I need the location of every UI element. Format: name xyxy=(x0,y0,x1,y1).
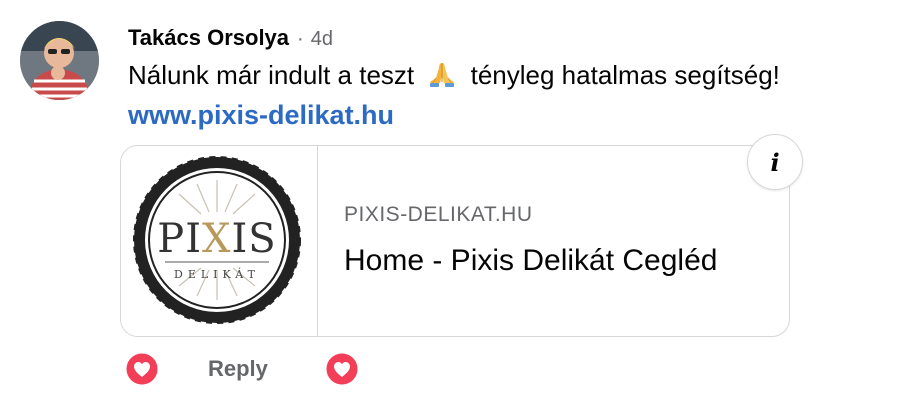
avatar-photo xyxy=(20,21,99,100)
comment-time[interactable]: 4d xyxy=(311,28,333,51)
avatar[interactable] xyxy=(20,21,99,100)
heart-react-icon[interactable] xyxy=(325,352,359,386)
author-name[interactable]: Takács Orsolya xyxy=(128,25,289,51)
link-preview-card[interactable]: PIXIS DELIKÁT PIXIS-DELIKAT.HU Home - Pi… xyxy=(120,145,790,337)
message-text-after: tényleg hatalmas segítség! xyxy=(470,60,780,90)
message-text-before: Nálunk már indult a teszt xyxy=(128,60,415,90)
website-link[interactable]: www.pixis-delikat.hu xyxy=(128,100,394,131)
link-title: Home - Pixis Delikát Cegléd xyxy=(344,244,718,277)
logo-word: PIXIS xyxy=(157,216,276,262)
folded-hands-emoji-icon xyxy=(430,63,455,87)
info-button[interactable]: i xyxy=(747,134,803,190)
comment-message: Nálunk már indult a teszt tényleg hatalm… xyxy=(128,60,780,91)
comment-header: Takács Orsolya · 4d xyxy=(128,25,333,55)
comment-actions: Reply xyxy=(125,350,385,390)
info-icon: i xyxy=(770,147,780,177)
pixis-logo: PIXIS DELIKÁT xyxy=(133,156,301,324)
reply-button[interactable]: Reply xyxy=(208,356,268,382)
link-domain: PIXIS-DELIKAT.HU xyxy=(344,203,533,226)
logo-subword: DELIKÁT xyxy=(174,267,260,281)
link-preview-thumbnail: PIXIS DELIKÁT xyxy=(121,146,318,336)
heart-react-icon[interactable] xyxy=(125,352,159,386)
separator-dot: · xyxy=(297,28,304,50)
